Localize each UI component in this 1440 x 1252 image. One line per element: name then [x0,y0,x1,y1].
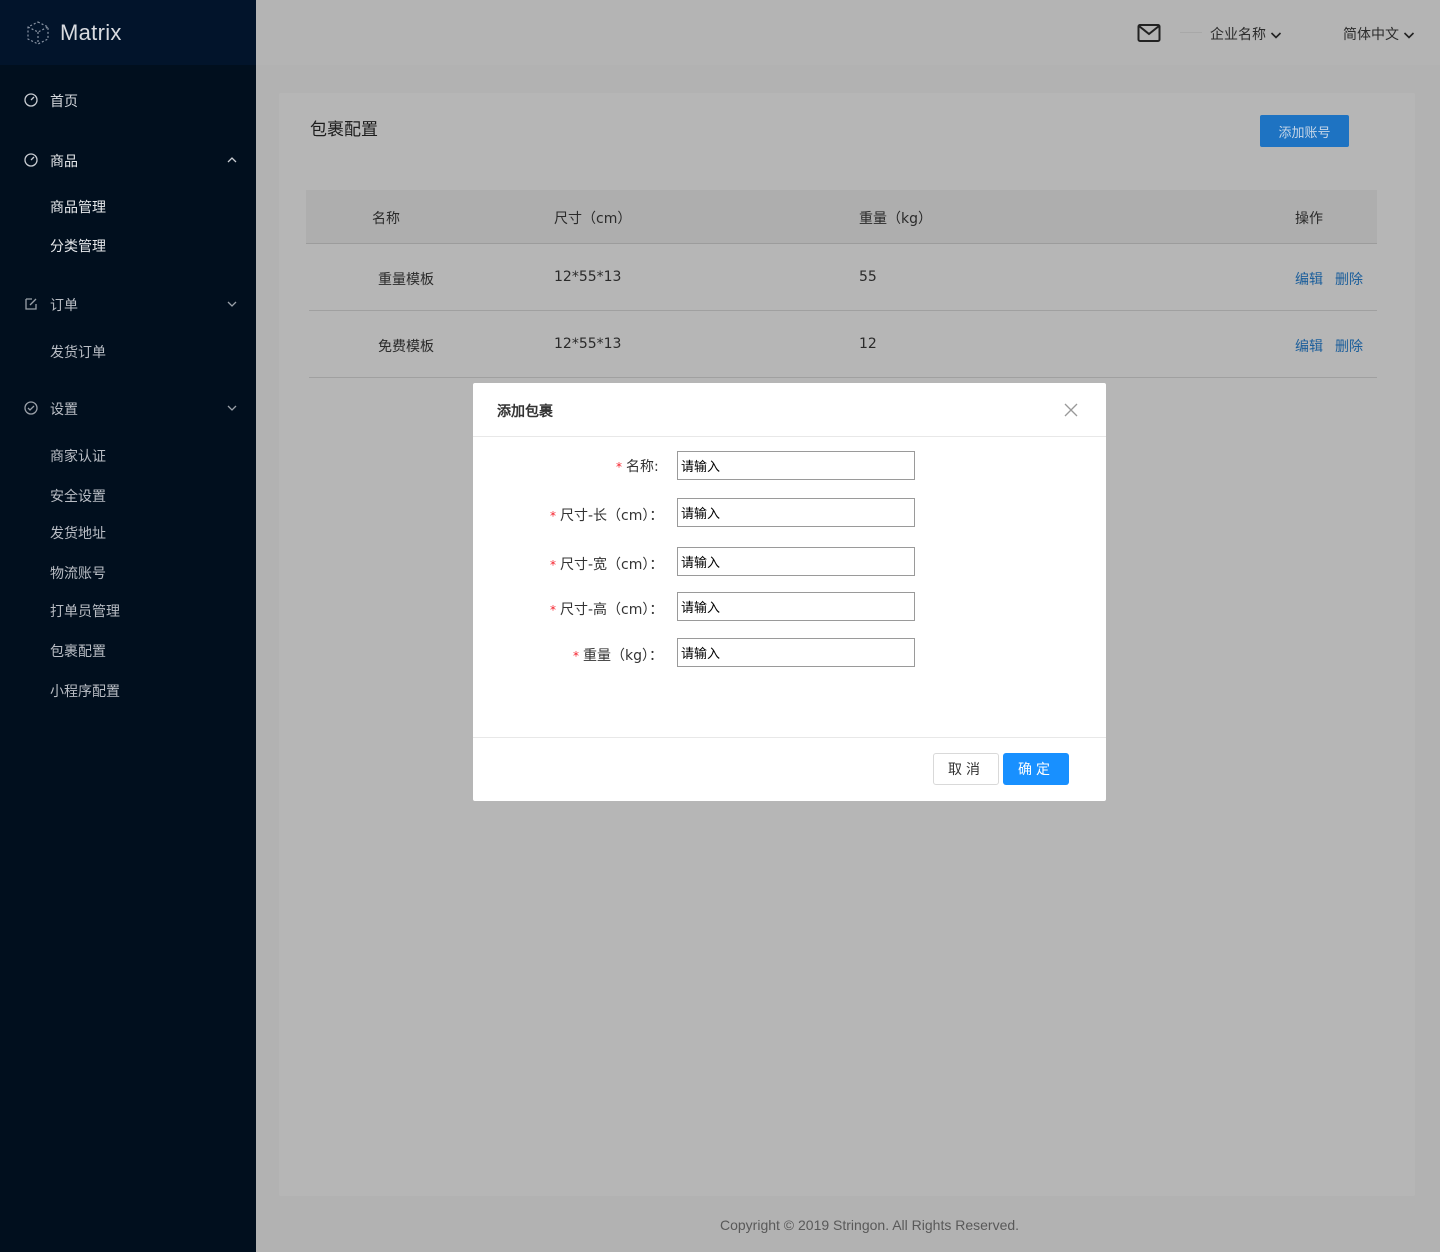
edit-icon [25,298,37,310]
sidebar-subitem-goods-management[interactable]: 商品管理 [50,197,106,217]
logo[interactable]: Matrix [0,0,256,65]
sidebar-subitem-printer-management[interactable]: 打单员管理 [50,601,120,621]
confirm-button[interactable]: 确定 [1003,753,1069,785]
sidebar-subitem-package-config[interactable]: 包裹配置 [50,641,106,661]
cell-size: 12*55*13 [554,269,622,285]
sidebar-subitem-merchant-verification[interactable]: 商家认证 [50,446,106,466]
sidebar-subitem-shipping-orders[interactable]: 发货订单 [50,342,106,362]
column-header-actions: 操作 [1295,211,1323,227]
sidebar: Matrix 首页 商品 商品管理 分类管理 订单 发货订单 设置 商家认证 安… [0,0,256,1252]
required-mark: * [550,603,556,617]
modal-header: 添加包裹 [473,383,1106,437]
cell-name: 重量模板 [378,272,434,288]
delete-link[interactable]: 删除 [1335,336,1363,356]
page-title: 包裹配置 [310,120,378,140]
sidebar-subitem-miniprogram-config[interactable]: 小程序配置 [50,681,120,701]
header-divider [1180,32,1202,33]
column-header-size: 尺寸（cm） [554,211,632,227]
language-label: 简体中文 [1343,27,1399,43]
modal-footer: 取消 确定 [473,737,1106,801]
sidebar-item-label: 商品 [50,154,78,170]
logo-text: Matrix [60,19,122,45]
width-input[interactable] [677,547,915,576]
logo-cube-icon [24,19,52,47]
sidebar-subitem-category-management[interactable]: 分类管理 [50,236,106,256]
height-input[interactable] [677,592,915,621]
chevron-down-icon [227,405,237,411]
cell-name: 免费模板 [378,339,434,355]
sidebar-item-home[interactable]: 首页 [0,80,256,120]
sidebar-item-goods[interactable]: 商品 [0,140,256,180]
edit-link[interactable]: 编辑 [1295,269,1323,289]
form-label-width: * 尺寸-宽（cm）： [550,557,664,573]
sidebar-subitem-security-settings[interactable]: 安全设置 [50,486,106,506]
add-package-modal: 添加包裹 *名称: *尺寸-长（cm）： *尺寸-宽（cm）： *尺寸-高（cm… [473,383,1106,801]
weight-input[interactable] [677,638,915,667]
chevron-down-icon [1403,32,1415,39]
sidebar-item-label: 首页 [50,94,78,110]
footer-copyright: Copyright © 2019 Stringon. All Rights Re… [720,1217,1020,1233]
language-dropdown[interactable]: 简体中文 [1343,24,1415,44]
required-mark: * [616,460,622,474]
check-circle-icon [24,401,38,415]
required-mark: * [573,649,579,663]
chevron-down-icon [227,301,237,307]
sidebar-item-orders[interactable]: 订单 [0,284,256,324]
form-label-name: * 名称: [616,459,659,475]
cancel-button[interactable]: 取消 [933,753,999,785]
sidebar-subitem-shipping-address[interactable]: 发货地址 [50,523,106,543]
dashboard-icon [24,93,38,107]
table-row: 重量模板 12*55*13 55 编辑 删除 [309,244,1377,311]
add-account-button[interactable]: 添加账号 [1260,115,1349,147]
modal-title: 添加包裹 [497,404,553,420]
close-icon[interactable] [1064,403,1078,417]
length-input[interactable] [677,498,915,527]
delete-link[interactable]: 删除 [1335,269,1363,289]
dashboard-icon [24,153,38,167]
edit-link[interactable]: 编辑 [1295,336,1323,356]
form-label-length: * 尺寸-长（cm）： [550,508,664,524]
cell-weight: 55 [859,269,877,285]
form-label-weight: * 重量（kg）： [573,648,663,664]
sidebar-item-settings[interactable]: 设置 [0,388,256,428]
name-input[interactable] [677,451,915,480]
sidebar-subitem-logistics-account[interactable]: 物流账号 [50,563,106,583]
company-dropdown[interactable]: 企业名称 [1210,24,1282,44]
required-mark: * [550,558,556,572]
cell-weight: 12 [859,336,877,352]
chevron-down-icon [1270,32,1282,39]
top-header: 企业名称 简体中文 [256,0,1440,65]
table-header: 名称 尺寸（cm） 重量（kg） 操作 [306,190,1377,244]
column-header-name: 名称 [372,211,400,227]
mail-icon[interactable] [1137,23,1161,43]
sidebar-item-label: 订单 [50,298,78,314]
required-mark: * [550,509,556,523]
sidebar-item-label: 设置 [50,402,78,418]
chevron-up-icon [227,157,237,163]
cell-size: 12*55*13 [554,336,622,352]
company-name: 企业名称 [1210,27,1266,43]
form-label-height: * 尺寸-高（cm）： [550,602,664,618]
table-row: 免费模板 12*55*13 12 编辑 删除 [309,311,1377,378]
column-header-weight: 重量（kg） [859,211,932,227]
